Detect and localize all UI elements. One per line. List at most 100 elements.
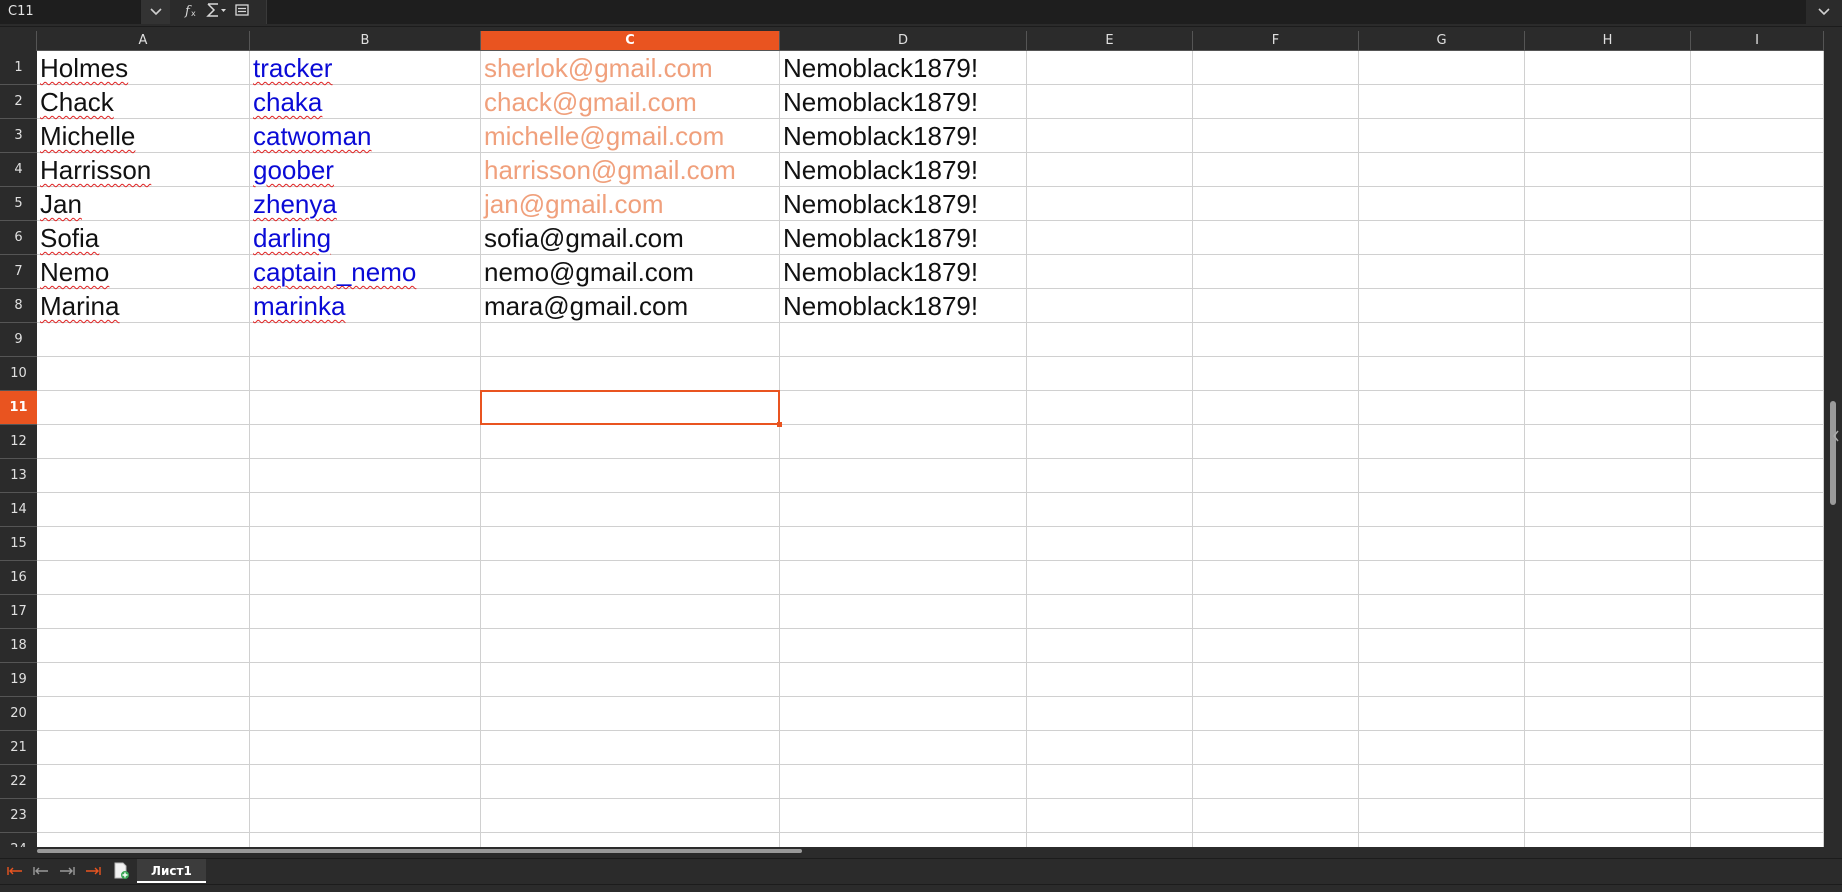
cell-e9[interactable] (1027, 323, 1193, 357)
cell-d13[interactable] (780, 459, 1027, 493)
cell-d6[interactable]: Nemoblack1879! (780, 221, 1027, 255)
column-header-f[interactable]: F (1193, 31, 1359, 51)
cell-i24[interactable] (1691, 833, 1824, 847)
cell-b1[interactable]: tracker (250, 51, 481, 85)
cell-f15[interactable] (1193, 527, 1359, 561)
cell-c2[interactable]: chack@gmail.com (481, 85, 780, 119)
cell-e24[interactable] (1027, 833, 1193, 847)
cell-i6[interactable] (1691, 221, 1824, 255)
cell-g8[interactable] (1359, 289, 1525, 323)
cell-h5[interactable] (1525, 187, 1691, 221)
row-header-9[interactable]: 9 (0, 323, 37, 357)
prev-sheet-icon[interactable] (28, 859, 52, 883)
cell-d18[interactable] (780, 629, 1027, 663)
cell-e22[interactable] (1027, 765, 1193, 799)
cell-c19[interactable] (481, 663, 780, 697)
row-header-8[interactable]: 8 (0, 289, 37, 323)
cell-h2[interactable] (1525, 85, 1691, 119)
cell-g18[interactable] (1359, 629, 1525, 663)
cell-c17[interactable] (481, 595, 780, 629)
cell-i12[interactable] (1691, 425, 1824, 459)
cell-i4[interactable] (1691, 153, 1824, 187)
cell-g21[interactable] (1359, 731, 1525, 765)
cell-e13[interactable] (1027, 459, 1193, 493)
last-sheet-icon[interactable] (80, 859, 104, 883)
cell-e15[interactable] (1027, 527, 1193, 561)
cell-g1[interactable] (1359, 51, 1525, 85)
cell-c13[interactable] (481, 459, 780, 493)
cell-b16[interactable] (250, 561, 481, 595)
cell-b13[interactable] (250, 459, 481, 493)
cell-a4[interactable]: Harrisson (37, 153, 250, 187)
cell-a13[interactable] (37, 459, 250, 493)
cell-d21[interactable] (780, 731, 1027, 765)
row-header-5[interactable]: 5 (0, 187, 37, 221)
cell-c8[interactable]: mara@gmail.com (481, 289, 780, 323)
cell-b4[interactable]: goober (250, 153, 481, 187)
cell-b19[interactable] (250, 663, 481, 697)
cell-f22[interactable] (1193, 765, 1359, 799)
row-header-22[interactable]: 22 (0, 765, 37, 799)
cell-c5[interactable]: jan@gmail.com (481, 187, 780, 221)
cell-b11[interactable] (250, 391, 481, 425)
cell-h20[interactable] (1525, 697, 1691, 731)
sheet-tab[interactable]: Лист1 (137, 859, 206, 883)
horizontal-scrollbar-thumb[interactable] (37, 849, 802, 853)
cell-c12[interactable] (481, 425, 780, 459)
column-header-g[interactable]: G (1359, 31, 1525, 51)
cell-f6[interactable] (1193, 221, 1359, 255)
cell-c7[interactable]: nemo@gmail.com (481, 255, 780, 289)
cell-e19[interactable] (1027, 663, 1193, 697)
cell-e23[interactable] (1027, 799, 1193, 833)
cell-i1[interactable] (1691, 51, 1824, 85)
cell-b17[interactable] (250, 595, 481, 629)
row-header-21[interactable]: 21 (0, 731, 37, 765)
cell-b6[interactable]: darling (250, 221, 481, 255)
cell-c6[interactable]: sofia@gmail.com (481, 221, 780, 255)
cell-i11[interactable] (1691, 391, 1824, 425)
cell-f13[interactable] (1193, 459, 1359, 493)
cell-c3[interactable]: michelle@gmail.com (481, 119, 780, 153)
cell-f10[interactable] (1193, 357, 1359, 391)
cell-a8[interactable]: Marina (37, 289, 250, 323)
cell-b15[interactable] (250, 527, 481, 561)
cell-b22[interactable] (250, 765, 481, 799)
cell-f14[interactable] (1193, 493, 1359, 527)
cell-h16[interactable] (1525, 561, 1691, 595)
cell-f2[interactable] (1193, 85, 1359, 119)
cell-f17[interactable] (1193, 595, 1359, 629)
cell-f5[interactable] (1193, 187, 1359, 221)
cell-f4[interactable] (1193, 153, 1359, 187)
cell-a2[interactable]: Chack (37, 85, 250, 119)
cell-b14[interactable] (250, 493, 481, 527)
cell-f1[interactable] (1193, 51, 1359, 85)
cell-h8[interactable] (1525, 289, 1691, 323)
cell-c23[interactable] (481, 799, 780, 833)
column-header-d[interactable]: D (780, 31, 1027, 51)
cell-i19[interactable] (1691, 663, 1824, 697)
cell-f3[interactable] (1193, 119, 1359, 153)
cell-i13[interactable] (1691, 459, 1824, 493)
cell-d11[interactable] (780, 391, 1027, 425)
row-header-1[interactable]: 1 (0, 51, 37, 85)
cell-b20[interactable] (250, 697, 481, 731)
cell-b24[interactable] (250, 833, 481, 847)
cell-b23[interactable] (250, 799, 481, 833)
cell-d9[interactable] (780, 323, 1027, 357)
cell-f24[interactable] (1193, 833, 1359, 847)
cell-c20[interactable] (481, 697, 780, 731)
add-sheet-icon[interactable] (112, 862, 130, 880)
row-header-12[interactable]: 12 (0, 425, 37, 459)
cell-g5[interactable] (1359, 187, 1525, 221)
cell-i5[interactable] (1691, 187, 1824, 221)
cell-h24[interactable] (1525, 833, 1691, 847)
cell-d22[interactable] (780, 765, 1027, 799)
cell-b2[interactable]: chaka (250, 85, 481, 119)
column-header-h[interactable]: H (1525, 31, 1691, 51)
cell-f19[interactable] (1193, 663, 1359, 697)
cell-i22[interactable] (1691, 765, 1824, 799)
cell-e18[interactable] (1027, 629, 1193, 663)
formula-icon[interactable] (234, 2, 250, 22)
cell-a14[interactable] (37, 493, 250, 527)
cell-b8[interactable]: marinka (250, 289, 481, 323)
